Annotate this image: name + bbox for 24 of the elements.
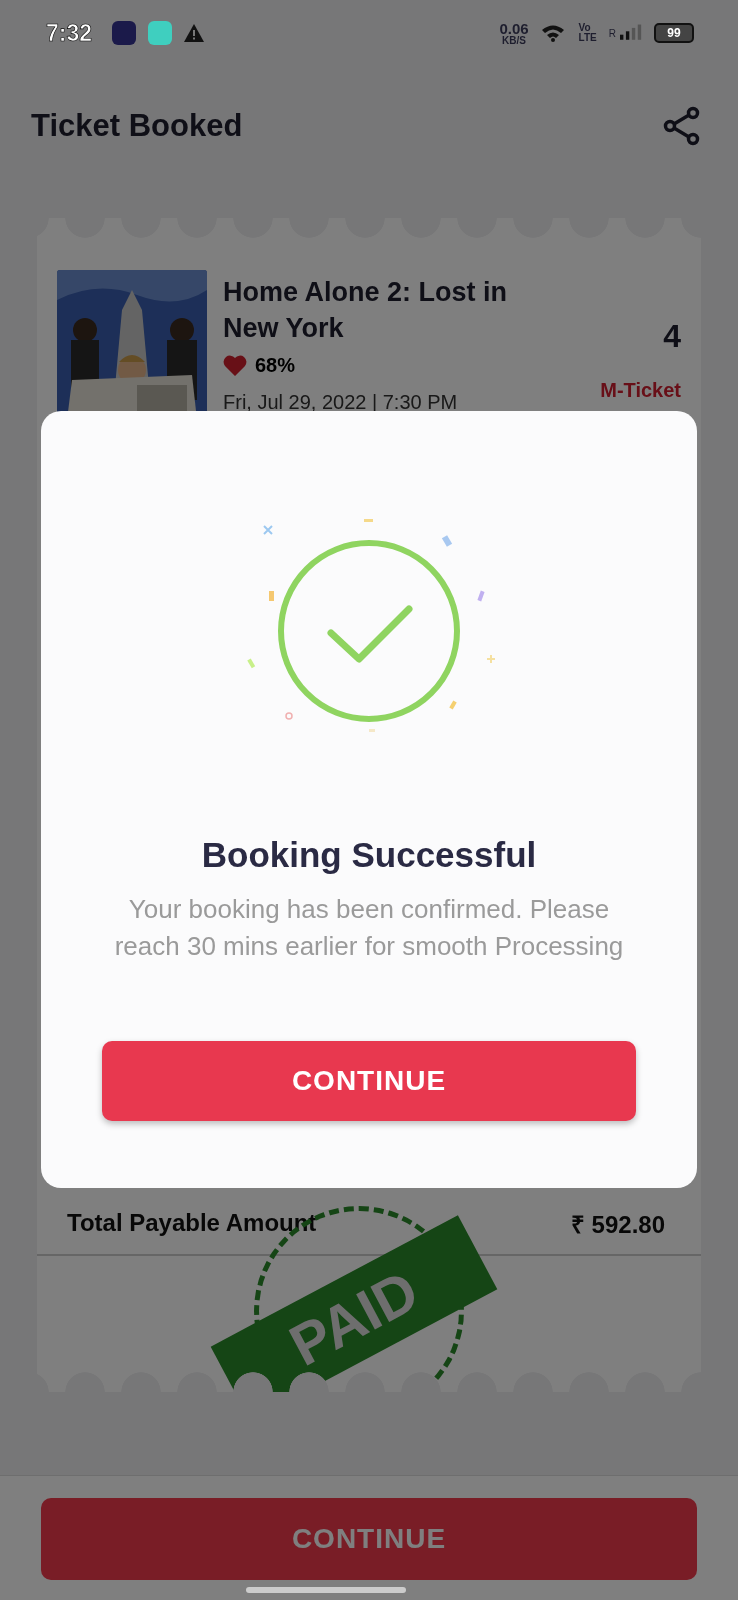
total-amount: ₹ 592.80 <box>570 1209 665 1240</box>
dialog-title: Booking Successful <box>201 835 537 875</box>
lte-label: LTE <box>578 33 597 43</box>
share-icon[interactable] <box>662 106 702 146</box>
continue-button[interactable]: CONTINUE <box>102 1041 636 1121</box>
volte-label: Vo <box>578 23 592 33</box>
app-notification-icon <box>112 21 136 45</box>
ticket-type: M-Ticket <box>600 379 681 402</box>
chat-notification-icon <box>148 21 172 45</box>
battery-level: 99 <box>654 23 694 43</box>
dialog-message: Your booking has been confirmed. Please reach 30 mins earlier for smooth Processing <box>113 893 625 963</box>
movie-title: Home Alone 2: Lost in New York <box>223 276 508 345</box>
page-title: Ticket Booked <box>31 108 243 144</box>
network-speed-unit: KB/S <box>502 35 526 46</box>
signal-icon <box>620 24 642 42</box>
warning-icon <box>184 24 204 42</box>
network-speed-value: 0.06 <box>499 20 529 36</box>
rating-percent: 68% <box>255 354 296 377</box>
continue-button[interactable]: CONTINUE <box>41 1498 697 1580</box>
seat-count: 4 <box>663 318 681 355</box>
clock-time: 7:32 <box>46 19 94 47</box>
heart-icon <box>223 354 247 377</box>
roaming-label: R <box>608 27 616 39</box>
wifi-icon <box>540 23 567 43</box>
